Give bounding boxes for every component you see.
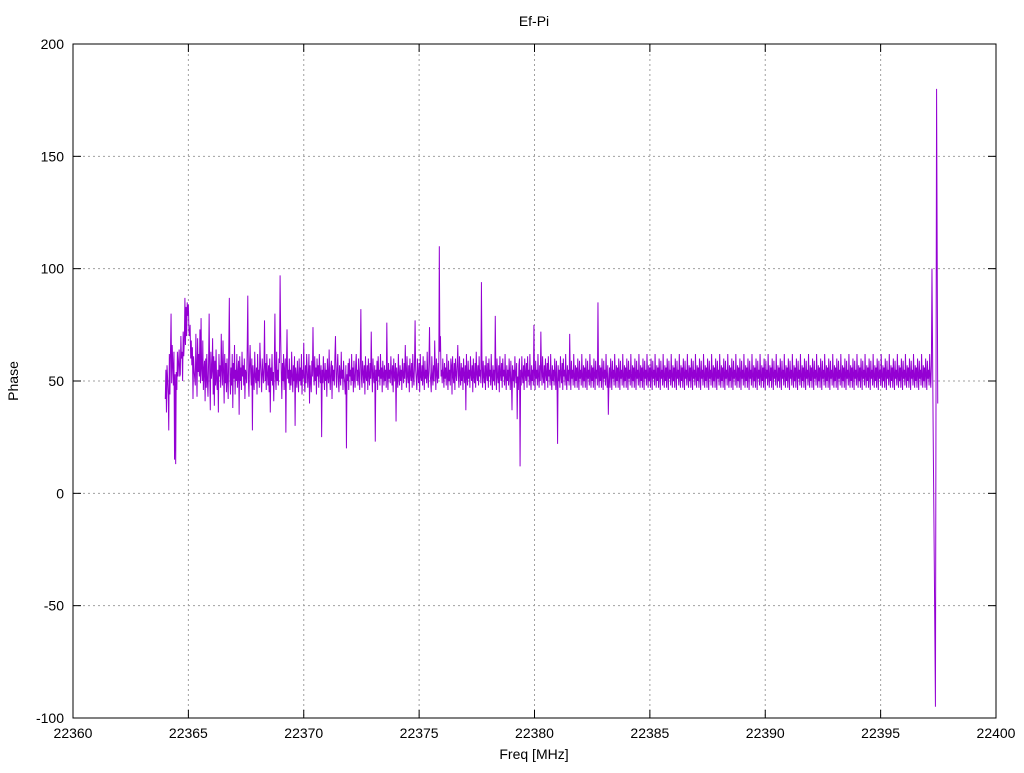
y-tick-label: 0 xyxy=(56,485,64,501)
y-tick-label: 50 xyxy=(48,373,64,389)
y-axis-label: Phase xyxy=(5,361,21,401)
y-tick-label: 150 xyxy=(41,148,65,164)
x-tick-label: 22375 xyxy=(400,725,439,741)
x-tick-label: 22390 xyxy=(746,725,785,741)
y-tick-label: -100 xyxy=(36,710,64,726)
phase-chart: 22360 22365 22370 22375 22380 22385 22390 22395… xyxy=(0,0,1024,768)
x-tick-label: 22365 xyxy=(169,725,208,741)
x-tick-label: 22400 xyxy=(977,725,1016,741)
y-tick-label: -50 xyxy=(44,598,64,614)
chart-title: Ef-Pi xyxy=(519,13,549,29)
y-tick-label: 200 xyxy=(41,36,65,52)
chart-container: 22360 22365 22370 22375 22380 22385 22390 22395… xyxy=(0,0,1024,768)
x-tick-label: 22370 xyxy=(284,725,323,741)
x-tick-label: 22395 xyxy=(861,725,900,741)
x-tick-label: 22385 xyxy=(630,725,669,741)
x-axis-label: Freq [MHz] xyxy=(499,746,568,762)
y-tick-label: 100 xyxy=(41,261,65,277)
x-tick-label: 22380 xyxy=(515,725,554,741)
x-tick-label: 22360 xyxy=(54,725,93,741)
